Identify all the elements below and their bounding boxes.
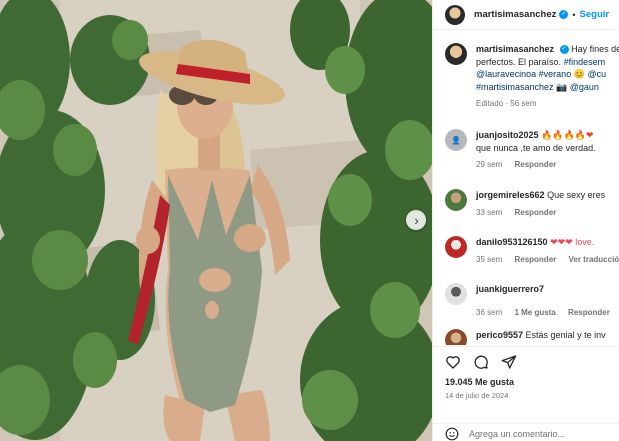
share-icon[interactable]	[501, 354, 517, 370]
comment-username[interactable]: danilo953126150	[476, 237, 548, 247]
author-username[interactable]: martisimasanchez	[474, 9, 556, 20]
add-comment-bar: Agrega un comentario...	[433, 423, 619, 441]
comment-meta: 36 sem 1 Me gusta Responder	[476, 307, 610, 317]
comment-meta: 35 sem Responder Ver traducción	[476, 255, 619, 264]
avatar[interactable]	[445, 43, 467, 65]
avatar[interactable]: 👤	[445, 129, 467, 151]
avatar[interactable]	[445, 329, 467, 345]
comment-username[interactable]: martisimasanchez	[476, 44, 554, 54]
reply-button[interactable]: Responder	[514, 208, 556, 217]
comment-username[interactable]: juankiguerrero7	[476, 284, 544, 294]
comments-list[interactable]: martisimasanchez ✓ Hay fines de perfecto…	[433, 31, 619, 345]
avatar[interactable]	[445, 189, 467, 211]
comment-meta: 29 sem Responder	[476, 160, 557, 169]
comment-likes[interactable]: 1 Me gusta	[514, 308, 555, 317]
comment-meta: Editado · 56 sem	[476, 99, 537, 108]
verified-badge-icon: ✓	[559, 45, 569, 55]
comment-item: 👤 juanjosito2025 🔥🔥🔥🔥❤ que nunca ,te amo…	[445, 129, 619, 169]
photo-illustration	[0, 0, 432, 441]
separator-dot: •	[572, 9, 576, 20]
post-date[interactable]: 14 de julio de 2024	[445, 391, 619, 400]
comment-input[interactable]: Agrega un comentario...	[469, 429, 565, 439]
post-actions: 19.045 Me gusta 14 de julio de 2024	[433, 346, 619, 400]
see-translation-link[interactable]: Ver traducción	[569, 255, 619, 264]
comment-item: danilo953126150 ❤❤❤ love. 35 sem Respond…	[445, 236, 619, 264]
hashtag-link[interactable]: #findesem	[564, 57, 606, 67]
comment-username[interactable]: juanjosito2025	[476, 130, 539, 140]
like-count[interactable]: 19.045 Me gusta	[445, 377, 619, 387]
post-header: martisimasanchez ✓ • Seguir	[433, 0, 619, 30]
reply-button[interactable]: Responder	[514, 255, 556, 264]
comment-icon[interactable]	[473, 354, 489, 370]
follow-button[interactable]: Seguir	[580, 9, 610, 20]
verified-badge-icon: ✓	[559, 10, 569, 19]
emoji-icon[interactable]	[445, 427, 459, 441]
avatar[interactable]	[445, 236, 467, 258]
chevron-right-icon: ›	[414, 212, 419, 228]
comment-item: juankiguerrero7 36 sem 1 Me gusta Respon…	[445, 283, 619, 317]
mention-link[interactable]: @lauravecinoa #verano	[476, 69, 571, 79]
author-avatar[interactable]	[445, 4, 465, 25]
mention-link[interactable]: @gaun	[570, 82, 599, 92]
comment-meta: 33 sem Responder	[476, 207, 557, 217]
next-photo-button[interactable]: ›	[406, 210, 426, 230]
mention-link[interactable]: @cu	[587, 69, 606, 79]
heart-icon[interactable]	[445, 354, 461, 370]
comment-username[interactable]: perico9557	[476, 330, 523, 340]
post-sidebar: martisimasanchez ✓ • Seguir martisimasan…	[432, 0, 619, 441]
caption-text: martisimasanchez ✓ Hay fines de perfecto…	[476, 44, 619, 92]
action-icons	[445, 347, 619, 377]
caption: martisimasanchez ✓ Hay fines de perfecto…	[445, 43, 619, 108]
instagram-post-view: › martisimasanchez ✓ • Seguir martisimas…	[0, 0, 619, 441]
avatar[interactable]	[445, 283, 467, 305]
reply-button[interactable]: Responder	[568, 308, 610, 317]
post-photo[interactable]: ›	[0, 0, 432, 441]
comment-username[interactable]: jorgemireles662	[476, 190, 545, 200]
comment-item: jorgemireles662 Que sexy eres 33 sem Res…	[445, 189, 619, 217]
comment-item: perico9557 Estás genial y te inv	[445, 329, 619, 345]
hashtag-link[interactable]: #martisimasanchez	[476, 82, 554, 92]
reply-button[interactable]: Responder	[514, 160, 556, 169]
